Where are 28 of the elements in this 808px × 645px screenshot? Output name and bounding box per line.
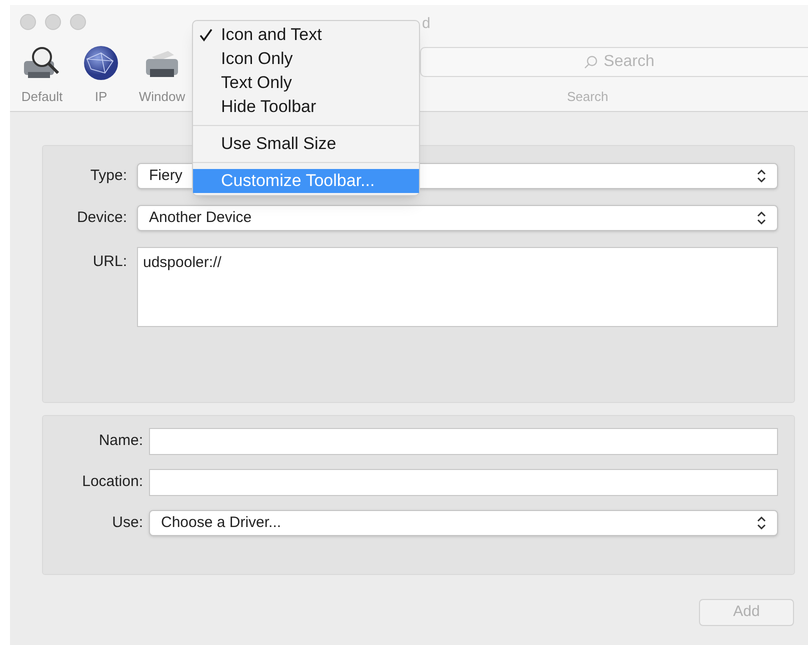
checkmark-icon (199, 28, 213, 42)
menu-item[interactable]: Icon and Text (193, 23, 419, 47)
field-label: Location: (81, 472, 143, 492)
window-control[interactable] (70, 14, 86, 30)
menu-item[interactable]: Use Small Size (193, 132, 419, 156)
window-control[interactable] (45, 14, 61, 30)
field-label: Name: (98, 431, 143, 452)
printer-search-icon (22, 45, 62, 81)
globe-icon (83, 45, 119, 81)
window-control[interactable] (20, 14, 36, 30)
chevron-up-down-icon (757, 169, 766, 183)
chevron-up-down-icon (757, 211, 766, 225)
window-title: d (422, 14, 430, 34)
menu-item[interactable]: Text Only (193, 71, 419, 95)
chevron-up-down-icon (757, 516, 766, 530)
menu-item[interactable]: Hide Toolbar (193, 95, 419, 119)
text-field[interactable] (149, 469, 778, 496)
url-field[interactable]: udspooler:// (137, 247, 778, 327)
field-label: URL: (92, 252, 127, 272)
field-label: Device: (76, 208, 127, 228)
field-label: Type: (89, 166, 127, 186)
popup-menu[interactable]: Another Device (137, 205, 778, 231)
search-icon (584, 55, 598, 69)
search-label: Search (567, 88, 608, 106)
popup-menu[interactable]: Choose a Driver... (149, 510, 778, 536)
field-label: Use: (111, 512, 143, 533)
text-field[interactable] (149, 428, 778, 455)
menu-item[interactable]: Icon Only (193, 47, 419, 71)
